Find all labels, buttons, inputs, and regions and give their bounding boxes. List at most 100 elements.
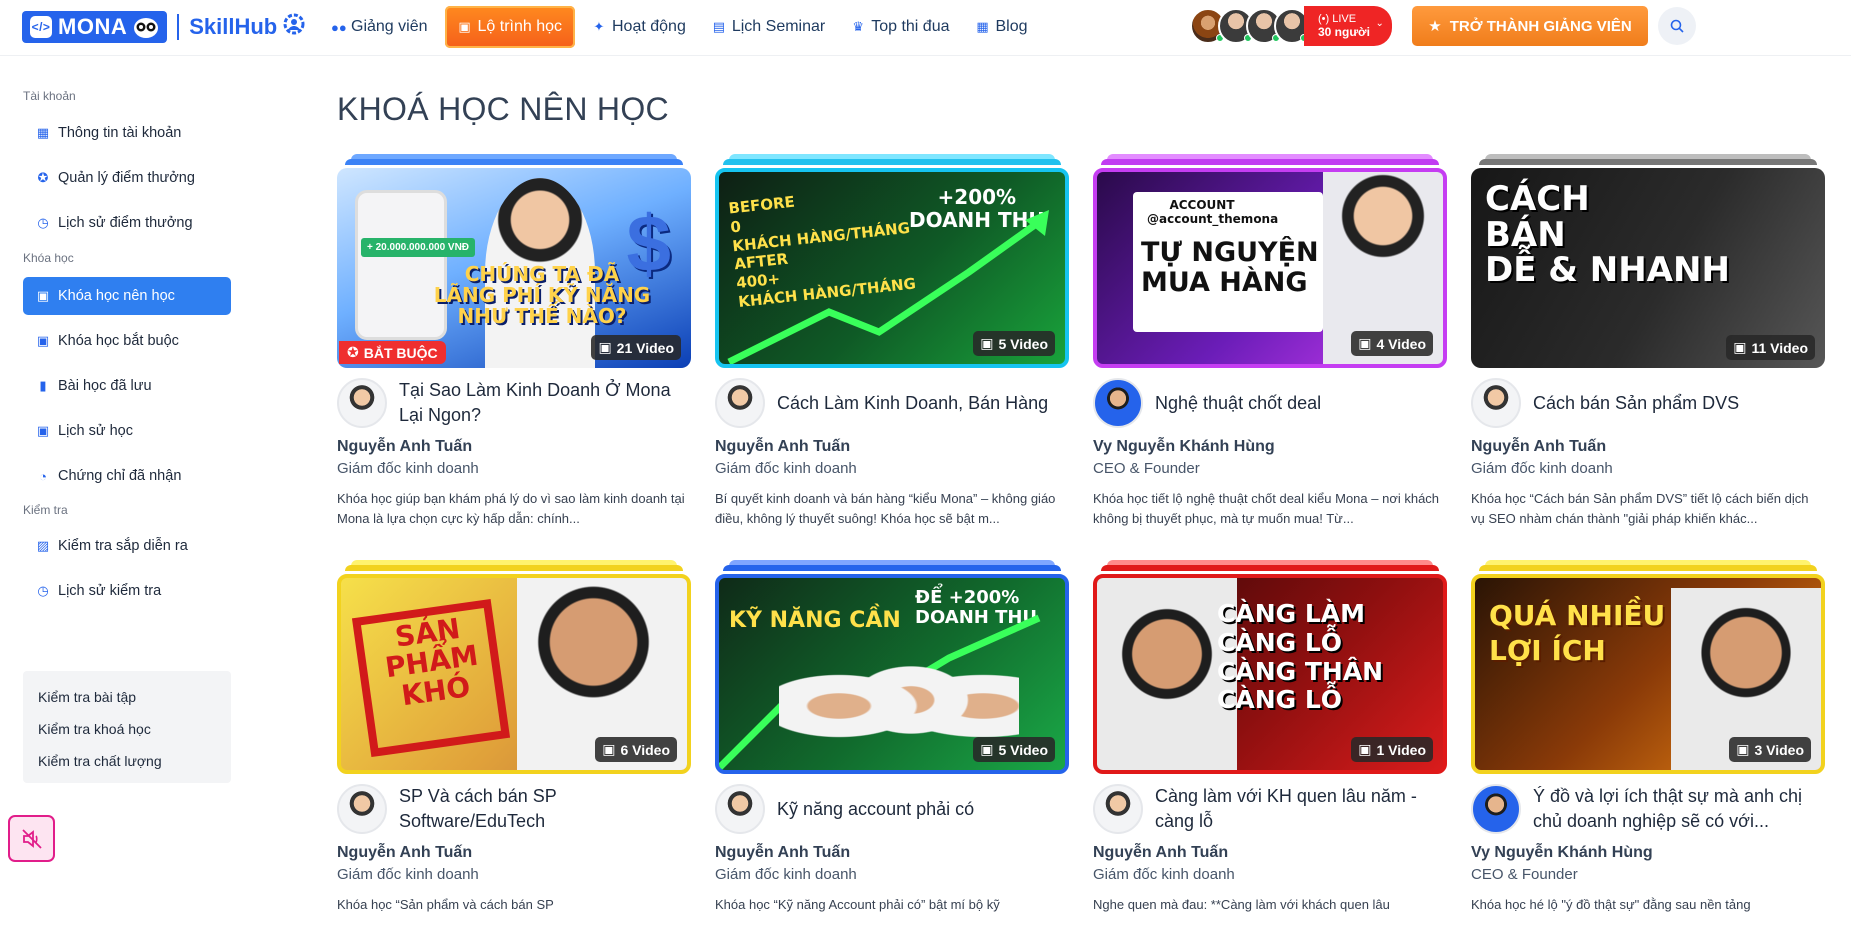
- course-card[interactable]: SẢN PHẨM KHÓ ▣ 6 Video SP Và cách bán SP …: [337, 560, 691, 935]
- users-icon: ●●: [331, 19, 347, 35]
- instructor-name: Nguyễn Anh Tuấn: [715, 844, 851, 861]
- course-card[interactable]: + 20.000.000.000 VNĐ $ CHÚNG TA ĐÃ LÃNG …: [337, 154, 691, 529]
- course-title[interactable]: Nghệ thuật chốt deal: [1155, 391, 1321, 416]
- star-circle-icon: ✪: [347, 344, 359, 360]
- nav-blog[interactable]: ▦ Blog: [963, 6, 1041, 48]
- main-nav: ●● Giảng viên ▣ Lộ trình học ✦ Hoạt động ▤ L…: [318, 4, 1041, 50]
- sidebar-item-reward-points[interactable]: ✪ Quản lý điểm thưởng: [23, 159, 231, 197]
- video-icon: ▣: [980, 335, 994, 351]
- nav-lich-seminar[interactable]: ▤ Lịch Seminar: [699, 6, 838, 48]
- page-title: KHOÁ HỌC NÊN HỌC: [337, 91, 669, 127]
- course-title[interactable]: Cách Làm Kinh Doanh, Bán Hàng: [777, 391, 1048, 416]
- become-instructor-button[interactable]: ★ TRỞ THÀNH GIẢNG VIÊN: [1412, 6, 1648, 46]
- sidebar-item-saved-lessons[interactable]: ▮ Bài học đã lưu: [23, 367, 231, 405]
- nav-giang-vien[interactable]: ●● Giảng viên: [318, 6, 441, 48]
- sidebar-item-learning-history[interactable]: ▣ Lịch sử học: [23, 412, 231, 450]
- instructor-role: CEO & Founder: [1093, 460, 1200, 477]
- submenu-item-assignments[interactable]: Kiểm tra bài tập: [23, 681, 231, 713]
- owl-icon: [133, 16, 159, 38]
- course-thumbnail[interactable]: + 20.000.000.000 VNĐ $ CHÚNG TA ĐÃ LÃNG …: [337, 154, 691, 368]
- instructor-name: Nguyễn Anh Tuấn: [1471, 438, 1607, 455]
- viewer-avatars: [1190, 8, 1310, 44]
- instructor-name: Nguyễn Anh Tuấn: [1093, 844, 1229, 861]
- course-thumbnail[interactable]: CÀNG LÀM CÀNG LỖ CÀNG THÂN CÀNG LỖ ▣ 1 Vi…: [1093, 560, 1447, 774]
- sidebar-item-test-history[interactable]: ◷ Lịch sử kiểm tra: [23, 572, 231, 610]
- test-submenu: Kiểm tra bài tập Kiểm tra khoá học Kiểm …: [23, 671, 231, 783]
- sidebar-item-required-courses[interactable]: ▣ Khóa học bắt buộc: [23, 322, 231, 360]
- instructor-avatar: [1471, 784, 1521, 834]
- mona-logo: </> MONA: [22, 11, 168, 43]
- section-title-tests: Kiểm tra: [23, 503, 68, 517]
- logo[interactable]: </> MONA SkillHub: [22, 10, 305, 44]
- course-thumbnail[interactable]: KỸ NĂNG CẦN ĐỂ +200% DOANH THU ▣ 5 Video: [715, 560, 1069, 774]
- course-title[interactable]: Càng làm với KH quen lâu năm - càng lỗ: [1155, 784, 1447, 834]
- thumb-text: CÁCH BÁN DỄ & NHANH: [1485, 179, 1730, 291]
- live-badge[interactable]: (•) LIVE 30 người ⌄: [1304, 6, 1392, 46]
- nav-top-thi-dua[interactable]: ♛ Top thi đua: [838, 6, 962, 48]
- camera-icon: ▣: [36, 288, 50, 303]
- thumb-text: SẢN PHẨM KHÓ: [383, 611, 481, 713]
- required-badge: ✪ BẮT BUỘC: [339, 341, 446, 364]
- course-thumbnail[interactable]: ACCOUNT @account_themona TỰ NGUYỆN MUA H…: [1093, 154, 1447, 368]
- sidebar-item-reward-history[interactable]: ◷ Lịch sử điểm thưởng: [23, 204, 231, 242]
- course-title[interactable]: Ý đồ và lợi ích thật sự mà anh chị chủ d…: [1533, 784, 1825, 834]
- skillhub-logo: SkillHub: [189, 13, 305, 41]
- course-description: Khóa học “Sản phẩm và cách bán SP: [337, 897, 554, 912]
- course-description: Nghe quen mà đau: **Càng làm với khách q…: [1093, 897, 1390, 912]
- sidebar-item-label: Lịch sử học: [58, 423, 133, 439]
- course-thumbnail[interactable]: QUÁ NHIỀU LỢI ÍCH ▣ 3 Video: [1471, 560, 1825, 774]
- sidebar-item-label: Kiểm tra sắp diễn ra: [58, 538, 188, 554]
- video-icon: ▣: [1736, 741, 1750, 757]
- course-card[interactable]: ACCOUNT @account_themona TỰ NGUYỆN MUA H…: [1093, 154, 1447, 529]
- course-thumbnail[interactable]: BEFORE 0 KHÁCH HÀNG/THÁNG AFTER 400+ KHÁ…: [715, 154, 1069, 368]
- video-count-badge: ▣ 1 Video: [1351, 737, 1433, 762]
- nav-hoat-dong[interactable]: ✦ Hoạt động: [579, 6, 699, 48]
- sidebar-item-label: Thông tin tài khoản: [58, 125, 182, 141]
- live-viewers[interactable]: (•) LIVE 30 người ⌄: [1190, 6, 1392, 46]
- course-description: Bí quyết kinh doanh và bán hàng “kiểu Mo…: [715, 491, 1056, 526]
- star-circle-icon: ✪: [37, 170, 49, 185]
- nav-lo-trinh-hoc[interactable]: ▣ Lộ trình học: [444, 6, 575, 48]
- instructor-role: CEO & Founder: [1471, 866, 1578, 883]
- course-title[interactable]: Kỹ năng account phải có: [777, 797, 974, 822]
- sidebar-item-account-info[interactable]: ▦ Thông tin tài khoản: [23, 114, 231, 152]
- course-title[interactable]: SP Và cách bán SP Software/EduTech: [399, 784, 691, 834]
- mute-button[interactable]: [8, 815, 55, 862]
- instructor-name: Vy Nguyễn Khánh Hùng: [1471, 844, 1653, 861]
- sidebar-item-certificates[interactable]: ◔ Chứng chỉ đã nhận: [23, 457, 231, 495]
- course-thumbnail[interactable]: CÁCH BÁN DỄ & NHANH ▣ 11 Video: [1471, 154, 1825, 368]
- course-thumbnail[interactable]: SẢN PHẨM KHÓ ▣ 6 Video: [337, 560, 691, 774]
- sidebar: Tài khoản ▦ Thông tin tài khoản ✪ Quản lý …: [0, 56, 250, 918]
- course-description: Khóa học “Kỹ năng Account phải có” bật m…: [715, 897, 1000, 912]
- course-title[interactable]: Tại Sao Làm Kinh Doanh Ở Mona Lại Ngon?: [399, 378, 691, 428]
- thumb-text: TỰ NGUYỆN MUA HÀNG: [1141, 237, 1319, 298]
- instructor-name: Nguyễn Anh Tuấn: [337, 438, 473, 455]
- instructor-role: Giám đốc kinh doanh: [337, 866, 479, 883]
- bookmark-icon: ▮: [39, 378, 47, 393]
- blog-icon: ▦: [976, 19, 989, 34]
- search-button[interactable]: [1658, 7, 1696, 45]
- history-icon: ◷: [37, 583, 49, 598]
- bolt-icon: ✦: [593, 19, 605, 34]
- submenu-item-quality-tests[interactable]: Kiểm tra chất lượng: [23, 745, 231, 777]
- course-card[interactable]: CÀNG LÀM CÀNG LỖ CÀNG THÂN CÀNG LỖ ▣ 1 Vi…: [1093, 560, 1447, 935]
- sidebar-item-upcoming-tests[interactable]: ▨ Kiểm tra sắp diễn ra: [23, 527, 231, 565]
- thumb-text: ACCOUNT @account_themona: [1147, 198, 1279, 227]
- submenu-item-course-tests[interactable]: Kiểm tra khoá học: [23, 713, 231, 745]
- course-card[interactable]: BEFORE 0 KHÁCH HÀNG/THÁNG AFTER 400+ KHÁ…: [715, 154, 1069, 529]
- instructor-name: Nguyễn Anh Tuấn: [337, 844, 473, 861]
- course-card[interactable]: KỸ NĂNG CẦN ĐỂ +200% DOANH THU ▣ 5 Video …: [715, 560, 1069, 935]
- clock-icon: ◔: [39, 468, 47, 484]
- live-label: (•) LIVE: [1318, 13, 1357, 25]
- video-count-badge: ▣ 21 Video: [591, 335, 681, 360]
- logo-divider: [177, 14, 180, 40]
- course-card[interactable]: QUÁ NHIỀU LỢI ÍCH ▣ 3 Video Ý đồ và lợi í…: [1471, 560, 1825, 935]
- sidebar-item-label: Khóa học nên học: [58, 288, 175, 304]
- sidebar-item-recommended-courses[interactable]: ▣ Khóa học nên học: [23, 277, 231, 315]
- thumb-text: CHÚNG TA ĐÃ LÃNG PHÍ KỸ NĂNG NHƯ THẾ NÀO…: [433, 262, 651, 328]
- course-description: Khóa học hé lộ "ý đồ thật sự" đằng sau n…: [1471, 897, 1751, 912]
- trophy-icon: ♛: [852, 19, 865, 34]
- seminar-icon: ▤: [712, 19, 725, 34]
- course-card[interactable]: CÁCH BÁN DỄ & NHANH ▣ 11 Video Cách bán S…: [1471, 154, 1825, 529]
- course-title[interactable]: Cách bán Sản phẩm DVS: [1533, 391, 1739, 416]
